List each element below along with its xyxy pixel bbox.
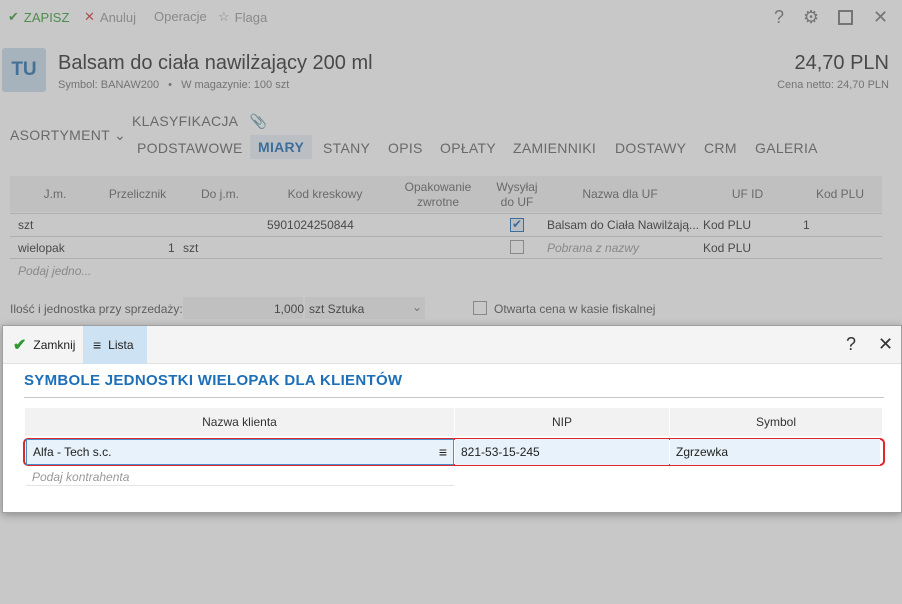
checkmark-icon: ✔ <box>13 337 27 354</box>
nip-cell[interactable]: 821-53-15-245 <box>455 439 669 465</box>
col-client-name[interactable]: Nazwa klienta <box>25 408 455 436</box>
list-picker-icon[interactable]: ≡ <box>439 444 447 460</box>
help-icon[interactable]: ? <box>846 334 856 355</box>
list-icon: ≡ <box>93 337 102 353</box>
client-name-input[interactable]: Alfa - Tech s.c. ≡ <box>26 439 454 465</box>
list-button[interactable]: ≡ Lista <box>83 326 147 364</box>
client-symbols-dialog: ✔ Zamknij ≡ Lista ? ✕ SYMBOLE JEDNOSTKI … <box>2 325 902 513</box>
symbol-cell[interactable]: Zgrzewka <box>670 439 880 465</box>
dialog-toolbar: ✔ Zamknij ≡ Lista ? ✕ <box>3 326 901 364</box>
col-nip[interactable]: NIP <box>455 408 670 436</box>
close-icon[interactable]: ✕ <box>878 334 893 355</box>
dialog-title: SYMBOLE JEDNOSTKI WIELOPAK DLA KLIENTÓW <box>24 372 403 389</box>
list-label: Lista <box>108 338 134 352</box>
new-client-placeholder[interactable]: Podaj kontrahenta <box>32 470 129 484</box>
title-divider <box>24 397 884 398</box>
client-name-value: Alfa - Tech s.c. <box>33 445 112 459</box>
close-label: Zamknij <box>33 338 76 352</box>
modal-overlay <box>0 0 902 604</box>
close-dialog-button[interactable]: ✔ Zamknij <box>3 326 85 364</box>
col-symbol[interactable]: Symbol <box>670 408 883 436</box>
